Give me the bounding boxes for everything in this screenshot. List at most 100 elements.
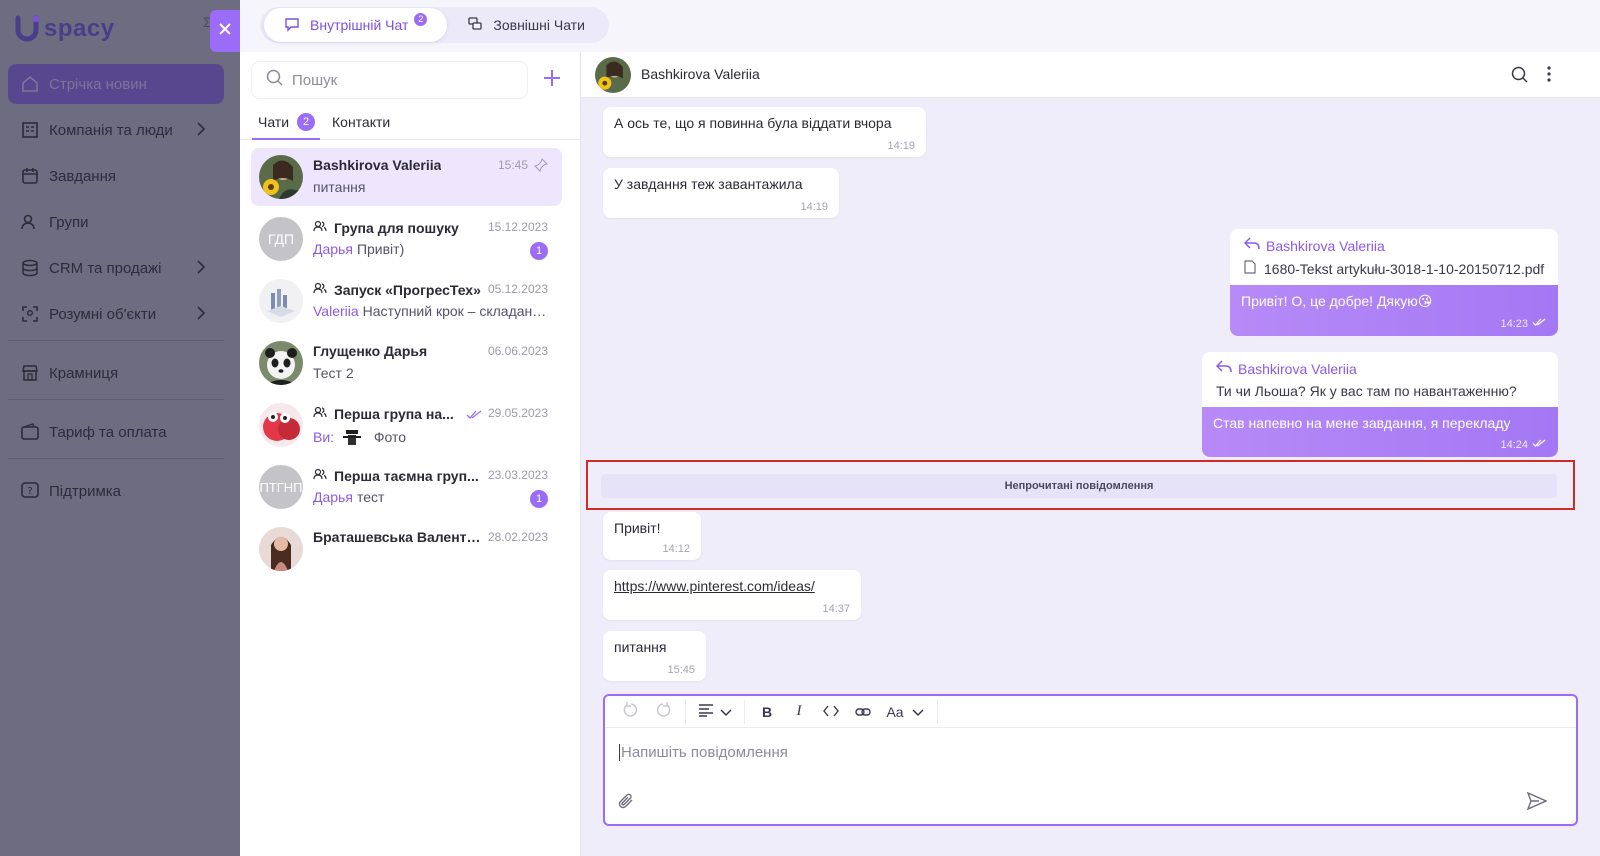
conversation-header: Bashkirova Valeriia [581,52,1600,98]
new-chat-button[interactable] [542,68,562,88]
chat-list-item[interactable]: ПТГНП Перша таємна груп... 23.03.2023 Да… [251,458,562,516]
reply-preview[interactable]: Bashkirova Valeriia 1680-Tekst artykułu-… [1230,229,1558,285]
align-dropdown[interactable] [692,698,738,726]
chat-list-item[interactable]: Запуск «ПрогресТех» 05.12.2023 Valeriia Н… [251,272,562,330]
reply-file: 1680-Tekst artykułu-3018-1-10-20150712.p… [1244,260,1544,277]
logo[interactable]: spacy [14,12,115,46]
toolbar-divider [685,699,686,724]
close-panel-button[interactable] [210,10,240,52]
code-button[interactable] [815,698,847,726]
undo-button[interactable] [615,698,647,726]
send-icon[interactable] [1526,791,1548,815]
wallet-icon [20,422,40,442]
chat-name: Перша таємна груп... [313,467,483,484]
avatar: ГДП [259,217,303,261]
nav-item-smart-objects[interactable]: Розумні об'єкти [8,294,224,334]
users-icon [20,212,40,232]
message-incoming[interactable]: питання 15:45 [603,631,706,681]
message-text: Привіт! [614,520,661,536]
help-icon: ? [20,481,40,501]
message-outgoing[interactable]: Bashkirova Valeriia 1680-Tekst artykułu-… [1230,229,1558,336]
nav-divider [8,399,224,400]
message-incoming[interactable]: А ось те, що я повинна була віддати вчор… [603,107,926,157]
svg-text:?: ? [27,486,32,497]
chat-date: 15.12.2023 [487,220,548,234]
pin-icon[interactable] [533,157,549,177]
search-icon [266,69,284,92]
search-icon[interactable] [1511,66,1529,89]
tab-internal-chat[interactable]: Внутрішній Чат 2 [264,8,448,42]
nav-label: Крамниця [49,364,119,382]
reply-text: Ти чи Льоша? Як у вас там по навантаженн… [1216,383,1517,399]
nav-item-crm[interactable]: CRM та продажі [8,248,224,288]
bold-button[interactable]: B [751,698,783,726]
nav-item-news[interactable]: Стрічка новин [8,64,224,104]
avatar[interactable] [595,57,631,93]
message-input[interactable]: Напишіть повідомлення [619,744,788,761]
message-body: Став напевно на мене завдання, я перекла… [1202,407,1558,457]
chat-preview: Ви: Фото [313,427,549,450]
link-icon [855,704,871,720]
nav-label: Тариф та оплата [49,423,167,441]
font-label: Aa [886,703,904,720]
conversation-pane: Bashkirova Valeriia А ось те, що я повин… [581,52,1600,856]
search-input[interactable]: Пошук [252,62,527,98]
nav-item-store[interactable]: Крамниця [8,353,224,393]
message-outgoing[interactable]: Bashkirova Valeriia Ти чи Льоша? Як у ва… [1202,352,1558,457]
chat-preview: Тест 2 [313,365,354,381]
unread-divider: Непрочитані повідомлення [601,474,1557,498]
more-vertical-icon[interactable] [1546,65,1552,88]
tab-chats[interactable]: Чати 2 [258,104,316,140]
chat-date: 05.12.2023 [487,282,548,296]
nav-item-billing[interactable]: Тариф та оплата [8,412,224,452]
redo-button[interactable] [647,698,679,726]
chat-list-item[interactable]: Глущенко Дарья 06.06.2023 Тест 2 [251,334,562,392]
chat-name: Браташевська Валенти... [313,529,483,545]
logo-text: spacy [44,15,115,42]
home-icon [20,74,40,94]
avatar: ПТГНП [259,465,303,509]
nav-label: Розумні об'єкти [49,305,157,323]
chat-list-pane: Пошук Чати 2 Контакти Bashkirova Valerii… [240,52,581,856]
group-icon [313,467,327,484]
calendar-icon [20,166,40,186]
tab-external-chats[interactable]: Зовнішні Чати [447,8,605,42]
conversation-title[interactable]: Bashkirova Valeriia [641,66,760,82]
chat-name: Перша група на... [313,405,483,422]
message-link[interactable]: https://www.pinterest.com/ideas/ [614,578,850,594]
chat-date: 15:45 [497,158,528,172]
message-text: Привіт! О, це добре! Дякую😘 [1241,293,1433,309]
avatar [259,279,303,323]
nav-label: Компанія та люди [49,121,173,139]
plus-icon [542,70,562,92]
nav-label: CRM та продажі [49,259,162,277]
nav-item-groups[interactable]: Групи [8,202,224,242]
font-size-dropdown[interactable]: Aa [879,698,931,726]
paperclip-icon[interactable] [617,792,635,815]
message-incoming[interactable]: https://www.pinterest.com/ideas/ 14:37 [603,570,861,620]
reply-preview[interactable]: Bashkirova Valeriia Ти чи Льоша? Як у ва… [1202,352,1558,407]
italic-button[interactable]: I [783,698,815,726]
link-button[interactable] [847,698,879,726]
toolbar-divider [937,699,938,724]
nav-item-tasks[interactable]: Завдання [8,156,224,196]
message-incoming[interactable]: Привіт! 14:12 [603,512,701,560]
message-incoming[interactable]: У завдання теж завантажила 14:19 [603,168,839,218]
chat-list-item[interactable]: Перша група на... 29.05.2023 Ви: Фото [251,396,562,454]
chat-list-item[interactable]: Браташевська Валенти... 28.02.2023 [251,520,562,578]
chats-count-badge: 2 [297,113,316,131]
chevron-right-icon [196,260,206,278]
chevron-down-icon [720,704,732,720]
message-time: 14:19 [887,140,915,152]
nav-divider [8,458,224,459]
avatar [259,341,303,385]
message-text: У завдання теж завантажила [614,176,803,192]
avatar [259,403,303,447]
group-icon [313,281,327,298]
tab-contacts[interactable]: Контакти [332,104,390,140]
chat-list-item[interactable]: Bashkirova Valeriia 15:45 питання [251,148,562,206]
nav-item-support[interactable]: ? Підтримка [8,471,224,511]
chat-list-item[interactable]: ГДП Група для пошуку 15.12.2023 Дарья При… [251,210,562,268]
double-check-icon [1528,439,1546,451]
nav-item-company[interactable]: Компанія та люди [8,110,224,150]
